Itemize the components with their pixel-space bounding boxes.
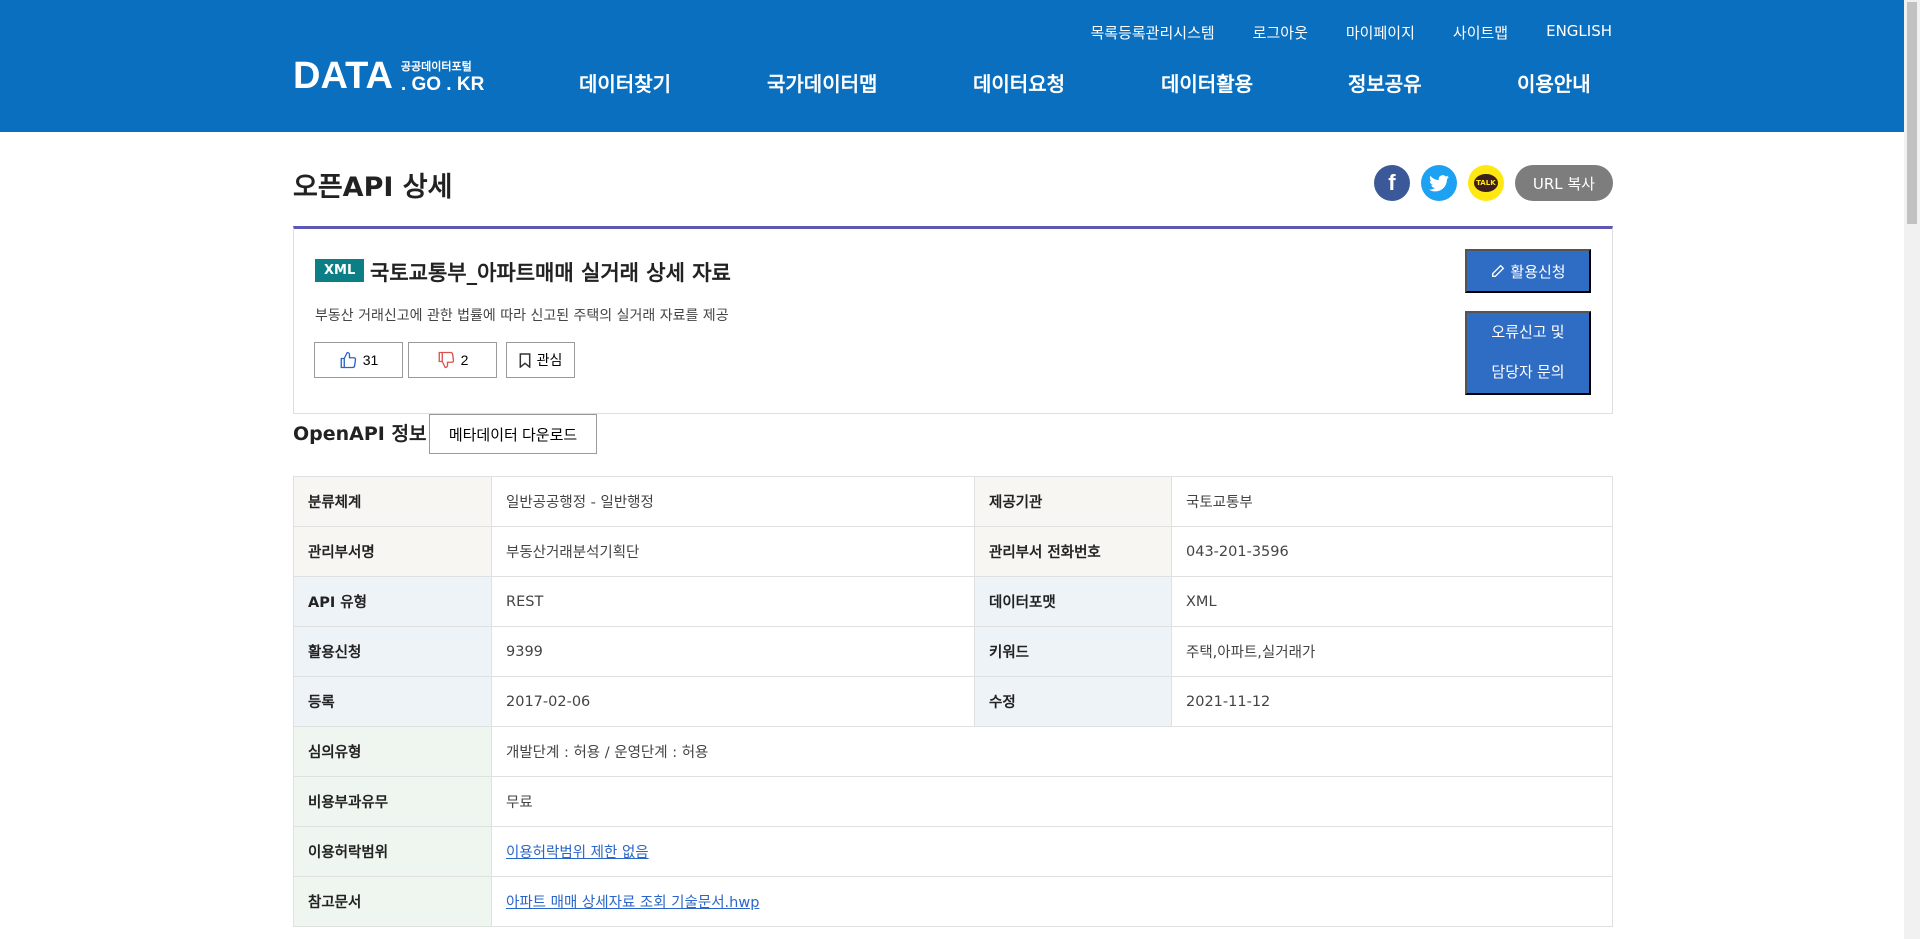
like-button[interactable]: 31 [314,342,403,378]
gnb-item-national-data-map[interactable]: 국가데이터맵 [767,68,877,97]
table-row: 분류체계 일반공공행정 - 일반행정 제공기관 국토교통부 [293,476,1613,527]
util-link-mypage[interactable]: 마이페이지 [1346,22,1415,43]
row-label-category: 분류체계 [293,476,492,527]
row-value-data-format: XML [1171,576,1613,627]
table-row: 심의유형 개발단계 : 허용 / 운영단계 : 허용 [293,726,1613,777]
util-link-english[interactable]: ENGLISH [1546,22,1612,43]
row-label-modified: 수정 [974,676,1172,727]
openapi-info-heading: OpenAPI 정보 [293,423,427,445]
row-label-reference-doc: 참고문서 [293,876,492,927]
gnb-item-guide[interactable]: 이용안내 [1517,68,1591,97]
table-row: 등록 2017-02-06 수정 2021-11-12 [293,676,1613,727]
apply-usage-button[interactable]: 활용신청 [1465,249,1591,293]
logo-side: 공공데이터포털 . GO . KR [401,61,484,94]
table-row: 관리부서명 부동산거래분석기획단 관리부서 전화번호 043-201-3596 [293,526,1613,577]
row-value-fee: 무료 [491,776,1613,827]
row-label-usage-count: 활용신청 [293,626,492,677]
row-value-license-scope-cell: 이용허락범위 제한 없음 [491,826,1613,877]
api-title: 국토교통부_아파트매매 실거래 상세 자료 [370,261,731,285]
thumbs-up-icon [340,351,356,369]
row-label-dept-phone: 관리부서 전화번호 [974,526,1172,577]
row-label-dept-name: 관리부서명 [293,526,492,577]
facebook-icon: f [1388,170,1396,195]
row-value-review-type: 개발단계 : 허용 / 운영단계 : 허용 [491,726,1613,777]
openapi-info-table: 분류체계 일반공공행정 - 일반행정 제공기관 국토교통부 관리부서명 부동산거… [293,476,1613,927]
license-scope-link[interactable]: 이용허락범위 제한 없음 [506,845,649,861]
bookmark-icon [519,352,531,368]
table-row: 이용허락범위 이용허락범위 제한 없음 [293,826,1613,877]
row-value-modified: 2021-11-12 [1171,676,1613,727]
scrollbar-thumb[interactable] [1907,2,1917,224]
row-label-keywords: 키워드 [974,626,1172,677]
reference-doc-link[interactable]: 아파트 매매 상세자료 조회 기술문서.hwp [506,895,759,911]
logo-sub-text: 공공데이터포털 [400,60,472,73]
url-copy-button[interactable]: URL 복사 [1514,165,1613,201]
util-link-logout[interactable]: 로그아웃 [1253,22,1308,43]
facebook-share-button[interactable]: f [1373,165,1410,201]
twitter-icon [1428,174,1449,191]
report-label-line2: 담당자 문의 [1491,364,1565,381]
dislike-count: 2 [460,352,469,368]
row-value-api-type: REST [491,576,975,627]
share-bar: f TALK URL 복사 [1373,165,1613,201]
row-label-api-type: API 유형 [293,576,492,627]
thumbs-down-icon [438,351,454,369]
twitter-share-button[interactable] [1420,165,1457,201]
bookmark-label: 관심 [536,352,563,368]
row-label-registered: 등록 [293,676,492,727]
table-row: 참고문서 아파트 매매 상세자료 조회 기술문서.hwp [293,876,1613,927]
gnb-item-data-request[interactable]: 데이터요청 [973,68,1065,97]
row-label-license-scope: 이용허락범위 [293,826,492,877]
util-link-sitemap[interactable]: 사이트맵 [1453,22,1508,43]
util-link-catalog-system[interactable]: 목록등록관리시스템 [1090,22,1214,43]
row-label-fee: 비용부과유무 [293,776,492,827]
row-label-data-format: 데이터포맷 [974,576,1172,627]
gnb-item-info-share[interactable]: 정보공유 [1348,68,1422,97]
row-label-review-type: 심의유형 [293,726,492,777]
utility-nav: 목록등록관리시스템 로그아웃 마이페이지 사이트맵 ENGLISH [1090,22,1612,43]
logo-main-text: DATA [293,55,393,97]
kakaotalk-icon: TALK [1473,174,1498,192]
row-label-provider: 제공기관 [974,476,1172,527]
row-value-usage-count: 9399 [491,626,975,677]
apply-usage-label: 활용신청 [1510,263,1566,281]
page-title: 오픈API 상세 [293,172,453,203]
table-row: API 유형 REST 데이터포맷 XML [293,576,1613,627]
format-badge: XML [315,259,365,282]
metadata-download-button[interactable]: 메타데이터 다운로드 [429,414,597,454]
api-summary-box: XML 국토교통부_아파트매매 실거래 상세 자료 부동산 거래신고에 관한 법… [293,226,1613,414]
row-value-dept-phone: 043-201-3596 [1171,526,1613,577]
kakaotalk-share-button[interactable]: TALK [1467,165,1504,201]
table-row: 비용부과유무 무료 [293,776,1613,827]
gnb-item-data-usage[interactable]: 데이터활용 [1161,68,1253,97]
like-count: 31 [362,352,379,368]
logo-domain-text: . GO . KR [400,74,485,95]
row-value-reference-doc-cell: 아파트 매매 상세자료 조회 기술문서.hwp [491,876,1613,927]
row-value-keywords: 주택,아파트,실거래가 [1171,626,1613,677]
row-value-dept-name: 부동산거래분석기획단 [491,526,975,577]
gnb-item-find-data[interactable]: 데이터찾기 [579,68,671,97]
row-value-provider: 국토교통부 [1171,476,1613,527]
report-label-line1: 오류신고 및 [1491,324,1565,341]
row-value-category: 일반공공행정 - 일반행정 [491,476,975,527]
report-error-button[interactable]: 오류신고 및 담당자 문의 [1465,311,1591,395]
page-scrollbar[interactable] [1904,0,1920,939]
row-value-registered: 2017-02-06 [491,676,975,727]
pencil-icon [1492,264,1505,277]
site-logo[interactable]: DATA 공공데이터포털 . GO . KR [293,55,484,97]
site-header: 목록등록관리시스템 로그아웃 마이페이지 사이트맵 ENGLISH DATA 공… [0,0,1904,132]
dislike-button[interactable]: 2 [408,342,497,378]
bookmark-button[interactable]: 관심 [506,342,575,378]
api-description: 부동산 거래신고에 관한 법률에 따라 신고된 주택의 실거래 자료를 제공 [315,308,729,324]
table-row: 활용신청 9399 키워드 주택,아파트,실거래가 [293,626,1613,677]
